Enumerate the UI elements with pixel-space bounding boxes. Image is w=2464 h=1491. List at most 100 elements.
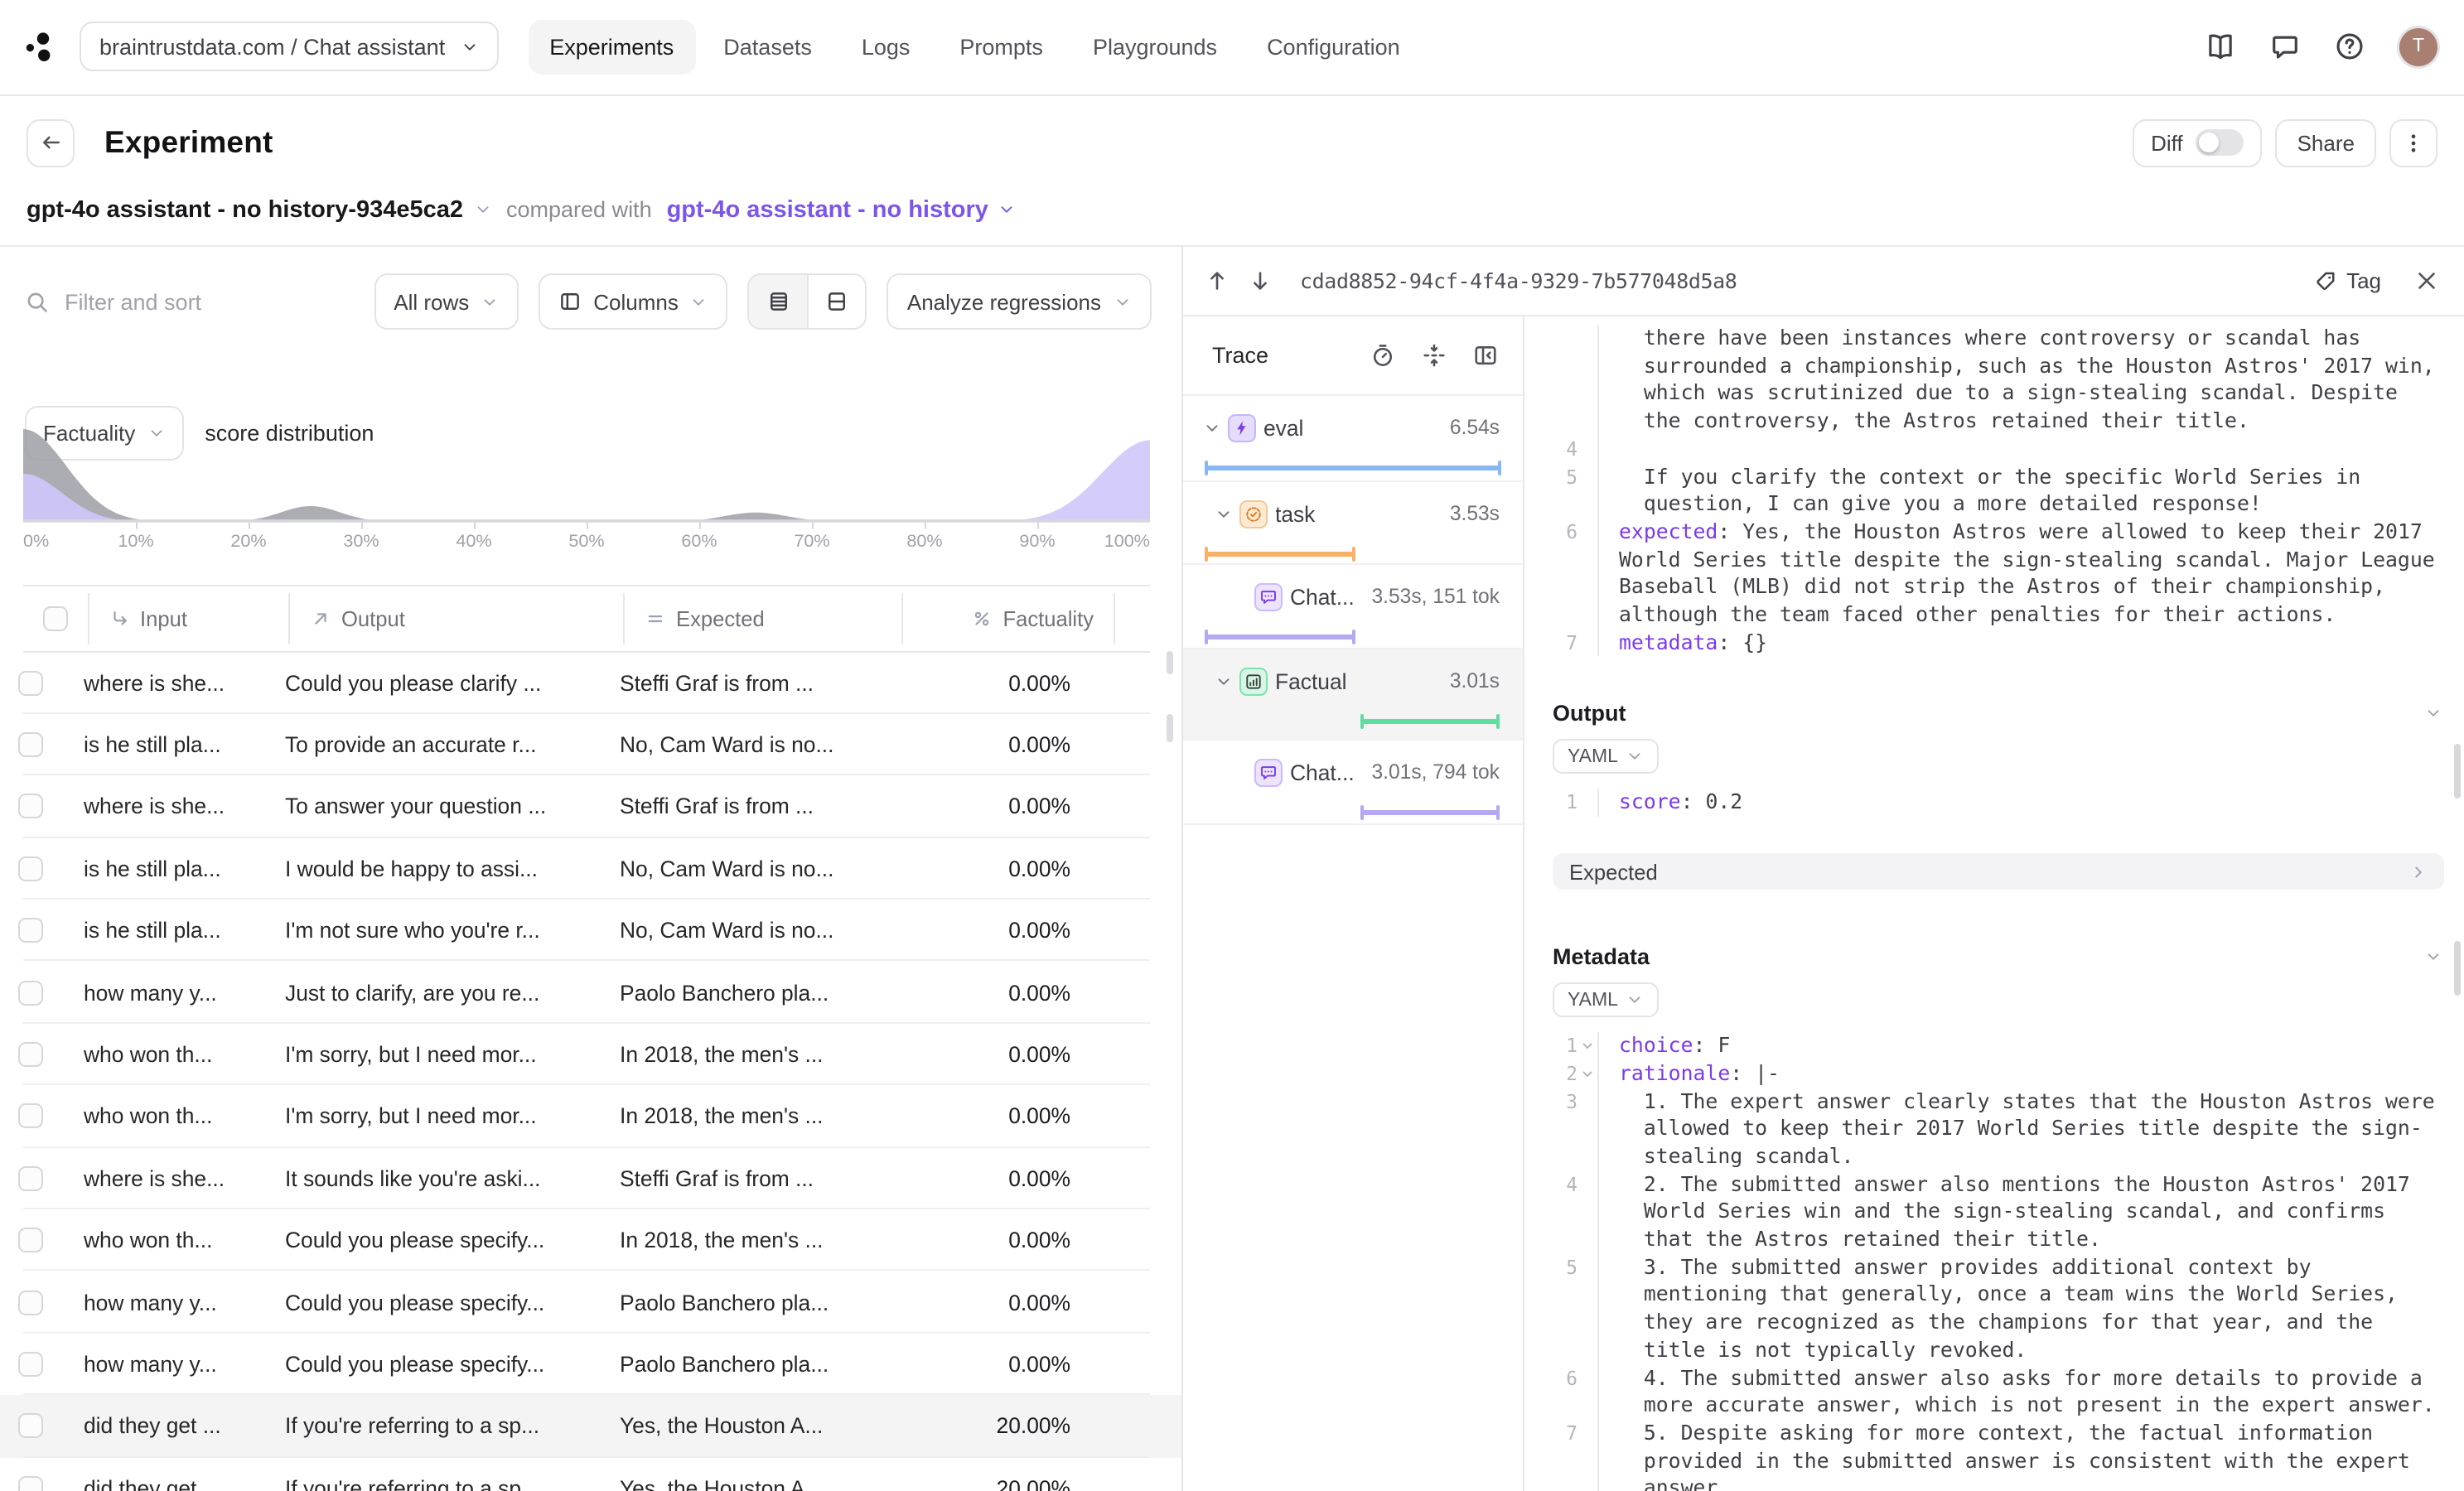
table-row[interactable]: who won th...I'm sorry, but I need mor..…	[0, 1085, 1181, 1147]
trace-span-task[interactable]: task3.53s	[1182, 482, 1523, 565]
cell-output: Just to clarify, are you re...	[265, 980, 600, 1005]
select-all-checkbox[interactable]	[43, 606, 68, 630]
gutter-spacer	[1577, 325, 1597, 352]
span-label: eval	[1263, 415, 1303, 440]
cell-input: how many y...	[64, 1352, 265, 1377]
analyze-regressions-dropdown[interactable]: Analyze regressions	[887, 273, 1151, 330]
row-checkbox[interactable]	[18, 1104, 43, 1129]
cell-output: To answer your question ...	[265, 794, 600, 819]
cell-factuality: 0.00%	[877, 1290, 1090, 1315]
filter-input[interactable]: Filter and sort	[25, 289, 354, 314]
prev-row-button[interactable]	[1196, 259, 1239, 302]
collapse-icon[interactable]	[1422, 343, 1447, 368]
timer-icon[interactable]	[1370, 343, 1395, 368]
span-duration: 3.01s	[1443, 669, 1500, 692]
columns-dropdown[interactable]: Columns	[539, 273, 728, 330]
column-header-factuality[interactable]: Factuality	[902, 592, 1115, 644]
tab-configuration[interactable]: Configuration	[1245, 20, 1422, 75]
tab-datasets[interactable]: Datasets	[702, 20, 833, 75]
back-button[interactable]	[27, 118, 75, 166]
table-row[interactable]: how many y...Just to clarify, are you re…	[0, 962, 1181, 1024]
scrollbar-thumb[interactable]	[2454, 941, 2461, 996]
table-row[interactable]: is he still pla...I'm not sure who you'r…	[0, 900, 1181, 962]
span-timeline-bar	[1204, 552, 1355, 557]
row-checkbox[interactable]	[18, 1290, 43, 1315]
table-row[interactable]: how many y...Could you please specify...…	[0, 1334, 1181, 1396]
row-checkbox[interactable]	[18, 1414, 43, 1439]
tab-playgrounds[interactable]: Playgrounds	[1071, 20, 1239, 75]
table-row[interactable]: where is she...Could you please clarify …	[0, 652, 1181, 714]
code-line: allowed to keep their 2017 World Series …	[1538, 1116, 2464, 1143]
column-header-output[interactable]: Output	[290, 592, 625, 644]
tag-button[interactable]: Tag	[2315, 268, 2381, 293]
row-checkbox[interactable]	[18, 980, 43, 1005]
table-row[interactable]: where is she...To answer your question .…	[0, 776, 1181, 838]
share-button[interactable]: Share	[2276, 118, 2376, 166]
row-checkbox[interactable]	[18, 1352, 43, 1377]
scrollbar-thumb[interactable]	[2454, 744, 2461, 799]
panel-right-icon[interactable]	[1473, 343, 1498, 368]
split-rows-view-button[interactable]	[808, 275, 866, 328]
expected-collapsed-section[interactable]: Expected	[1553, 853, 2444, 890]
row-checkbox[interactable]	[18, 1476, 43, 1491]
chevron-down-icon[interactable]	[2424, 947, 2442, 965]
table-row[interactable]: how many y...Could you please specify...…	[0, 1271, 1181, 1334]
row-checkbox[interactable]	[18, 670, 43, 695]
scrollbar-thumb[interactable]	[1166, 651, 1172, 674]
table-row[interactable]: who won th...I'm sorry, but I need mor..…	[0, 1024, 1181, 1086]
experiment-name-dropdown[interactable]: gpt-4o assistant - no history-934e5ca2	[27, 196, 491, 223]
tab-experiments[interactable]: Experiments	[528, 20, 695, 75]
help-icon[interactable]	[2335, 32, 2365, 62]
fold-chevron-icon[interactable]	[1577, 1032, 1597, 1059]
table-row[interactable]: is he still pla...I would be happy to as…	[0, 837, 1181, 900]
row-checkbox[interactable]	[18, 732, 43, 757]
project-selector[interactable]: braintrustdata.com / Chat assistant	[80, 22, 498, 72]
chevron-down-icon[interactable]	[2424, 704, 2442, 722]
trace-span-chat[interactable]: Chat...3.53s, 151 tok	[1182, 565, 1523, 649]
code-line: 6 4. The submitted answer also asks for …	[1538, 1364, 2464, 1392]
chevron-down-icon[interactable]	[1214, 504, 1232, 523]
row-checkbox[interactable]	[18, 1228, 43, 1252]
table-row[interactable]: did they get ...If you're referring to a…	[0, 1395, 1181, 1457]
trace-span-factual[interactable]: Factual3.01s	[1182, 649, 1523, 741]
next-row-button[interactable]	[1239, 259, 1282, 302]
rows-filter-dropdown[interactable]: All rows	[374, 273, 519, 330]
gutter-spacer	[1577, 352, 1597, 379]
trace-span-chat[interactable]: Chat...3.01s, 794 tok	[1182, 741, 1523, 825]
column-header-input[interactable]: Input	[89, 592, 290, 644]
row-checkbox[interactable]	[18, 856, 43, 881]
cell-factuality: 0.00%	[877, 1042, 1090, 1067]
comparison-experiment-dropdown[interactable]: gpt-4o assistant - no history	[667, 196, 1017, 223]
tab-prompts[interactable]: Prompts	[938, 20, 1065, 75]
row-checkbox[interactable]	[18, 919, 43, 943]
trace-span-eval[interactable]: eval6.54s	[1182, 396, 1523, 482]
dense-rows-view-button[interactable]	[750, 275, 808, 328]
docs-book-icon[interactable]	[2206, 32, 2235, 62]
scrollbar-thumb[interactable]	[1166, 714, 1172, 742]
column-header-expected[interactable]: Expected	[625, 592, 902, 644]
line-number: 4	[1538, 436, 1577, 463]
cell-output: I'm sorry, but I need mor...	[265, 1042, 600, 1067]
cell-factuality: 0.00%	[877, 1228, 1090, 1252]
avatar[interactable]: T	[2399, 28, 2437, 66]
metadata-format-dropdown[interactable]: YAML	[1553, 982, 1660, 1017]
table-row[interactable]: where is she...It sounds like you're ask…	[0, 1147, 1181, 1209]
arrow-left-icon	[39, 131, 62, 154]
diff-toggle[interactable]: Diff	[2133, 118, 2263, 166]
cell-output: I'm sorry, but I need mor...	[265, 1104, 600, 1129]
output-format-dropdown[interactable]: YAML	[1553, 740, 1660, 774]
fold-chevron-icon[interactable]	[1577, 1060, 1597, 1088]
feedback-bubble-icon[interactable]	[2270, 32, 2300, 62]
tab-logs[interactable]: Logs	[840, 20, 932, 75]
table-row[interactable]: who won th...Could you please specify...…	[0, 1209, 1181, 1271]
table-row[interactable]: is he still pla...To provide an accurate…	[0, 714, 1181, 776]
row-checkbox[interactable]	[18, 794, 43, 819]
row-checkbox[interactable]	[18, 1042, 43, 1067]
row-checkbox[interactable]	[18, 1166, 43, 1191]
chevron-down-icon[interactable]	[1214, 672, 1232, 690]
close-icon[interactable]	[2414, 268, 2439, 293]
more-menu-button[interactable]	[2389, 118, 2437, 166]
chevron-down-icon	[1626, 991, 1645, 1009]
table-row[interactable]: did they get ...If you're referring to a…	[0, 1457, 1181, 1491]
chevron-down-icon[interactable]	[1202, 418, 1220, 437]
